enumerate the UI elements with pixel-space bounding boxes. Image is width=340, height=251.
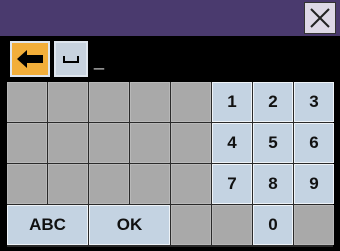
- space-button[interactable]: [54, 41, 88, 77]
- key-3[interactable]: 3: [294, 82, 334, 122]
- empty-key-cell: [7, 164, 47, 204]
- empty-key-cell: [171, 82, 211, 122]
- keypad: 1 2 3 4 5 6 7 8 9 ABC OK 0: [7, 82, 334, 247]
- backspace-button[interactable]: [10, 41, 50, 77]
- key-8[interactable]: 8: [253, 164, 293, 204]
- empty-key-cell: [89, 82, 129, 122]
- space-bar-icon: [63, 56, 79, 63]
- key-6[interactable]: 6: [294, 123, 334, 163]
- empty-key-cell: [212, 205, 252, 245]
- text-entry-field[interactable]: _: [94, 46, 294, 74]
- empty-key-cell: [294, 205, 334, 245]
- input-bar: _: [0, 36, 340, 80]
- empty-key-cell: [130, 82, 170, 122]
- key-5[interactable]: 5: [253, 123, 293, 163]
- empty-key-cell: [48, 123, 88, 163]
- empty-key-cell: [171, 164, 211, 204]
- close-icon: [310, 8, 330, 28]
- key-9[interactable]: 9: [294, 164, 334, 204]
- key-0[interactable]: 0: [253, 205, 293, 245]
- key-2[interactable]: 2: [253, 82, 293, 122]
- empty-key-cell: [89, 123, 129, 163]
- ok-button[interactable]: OK: [89, 205, 170, 245]
- empty-key-cell: [7, 123, 47, 163]
- empty-key-cell: [89, 164, 129, 204]
- empty-key-cell: [48, 164, 88, 204]
- key-1[interactable]: 1: [212, 82, 252, 122]
- empty-key-cell: [130, 123, 170, 163]
- key-4[interactable]: 4: [212, 123, 252, 163]
- empty-key-cell: [48, 82, 88, 122]
- empty-key-cell: [130, 164, 170, 204]
- empty-key-cell: [7, 82, 47, 122]
- close-button[interactable]: [304, 2, 336, 34]
- empty-key-cell: [171, 205, 211, 245]
- left-arrow-icon: [17, 50, 43, 68]
- title-bar: [0, 0, 340, 36]
- empty-key-cell: [171, 123, 211, 163]
- abc-mode-button[interactable]: ABC: [7, 205, 88, 245]
- key-7[interactable]: 7: [212, 164, 252, 204]
